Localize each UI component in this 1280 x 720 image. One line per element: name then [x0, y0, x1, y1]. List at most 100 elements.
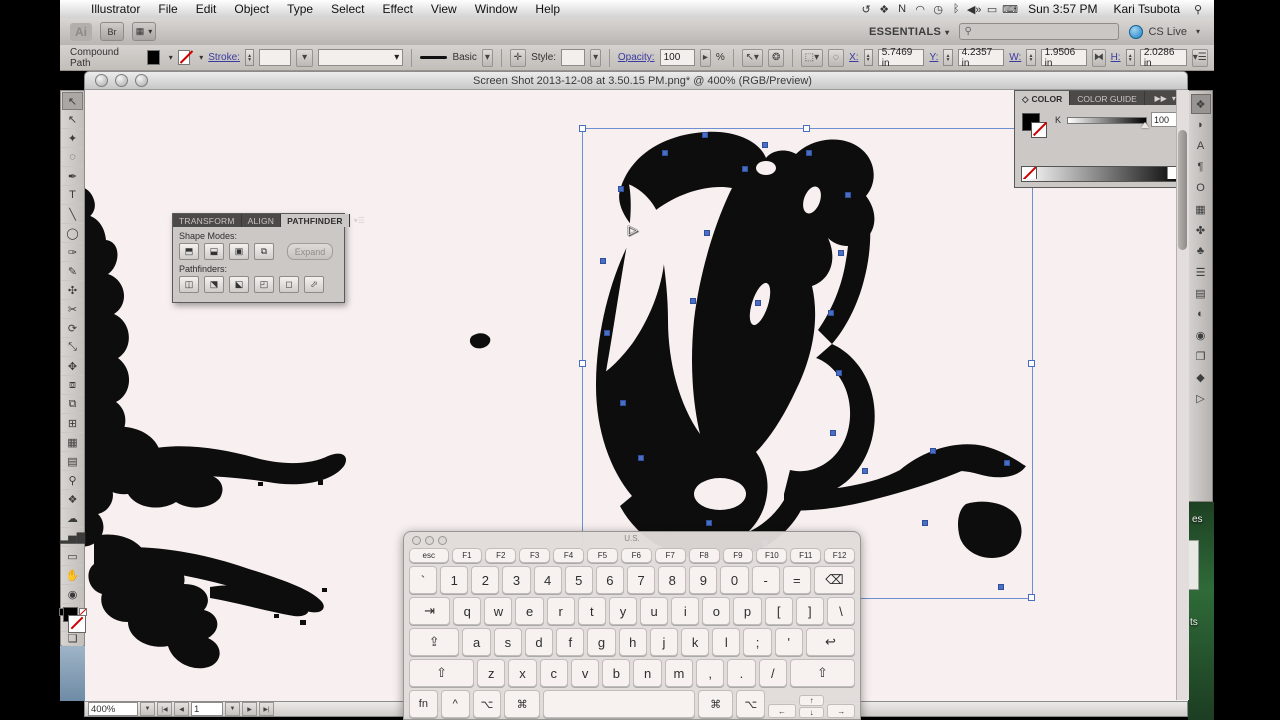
- key-button[interactable]: -: [751, 566, 780, 594]
- color-fill-stroke[interactable]: [1022, 113, 1048, 139]
- key-button[interactable]: y: [608, 597, 638, 625]
- key-button[interactable]: F10: [756, 548, 788, 563]
- selection-tool[interactable]: ↖: [62, 92, 83, 110]
- key-button[interactable]: c: [539, 659, 568, 687]
- menu-item[interactable]: Help: [526, 2, 569, 16]
- key-button[interactable]: 4: [533, 566, 562, 594]
- menu-item[interactable]: File: [149, 2, 186, 16]
- paragraph-panel-icon[interactable]: ¶: [1191, 157, 1211, 177]
- gradient-tool[interactable]: ▤: [62, 452, 83, 471]
- key-button[interactable]: m: [664, 659, 694, 687]
- fill-swatch[interactable]: [147, 50, 160, 65]
- y-field[interactable]: 4.2357 in: [957, 47, 1005, 69]
- menu-user[interactable]: Kari Tsubota: [1108, 2, 1187, 16]
- rotate-tool[interactable]: ⟳: [62, 319, 83, 338]
- opacity-field[interactable]: 100: [659, 49, 695, 66]
- divide-button[interactable]: ◫: [179, 276, 199, 293]
- eyedropper-tool[interactable]: ⚲: [62, 471, 83, 490]
- none-swatch[interactable]: [1022, 167, 1037, 179]
- pencil-tool[interactable]: ✎: [62, 262, 83, 281]
- isolate-object-icon[interactable]: ❂: [767, 48, 785, 67]
- line-tool[interactable]: ╲: [62, 205, 83, 224]
- key-button[interactable]: F9: [722, 548, 754, 563]
- time-machine-icon[interactable]: ↺: [858, 3, 874, 16]
- key-button[interactable]: =: [782, 566, 811, 594]
- document-title-bar[interactable]: Screen Shot 2013-12-08 at 3.50.15 PM.png…: [84, 71, 1188, 90]
- key-button[interactable]: z: [477, 659, 506, 687]
- direct-selection-tool[interactable]: ↖: [62, 110, 83, 129]
- key-button[interactable]: v: [570, 659, 600, 687]
- key-button[interactable]: esc: [409, 548, 449, 563]
- key-button[interactable]: ⇥: [409, 597, 451, 625]
- bluetooth-icon[interactable]: ᛒ: [948, 3, 964, 16]
- key-button[interactable]: k: [681, 628, 710, 656]
- brush-definition-dropdown[interactable]: Basic: [452, 52, 476, 63]
- cs-live-button[interactable]: CS Live ▾: [1129, 24, 1200, 39]
- transparency-panel-icon[interactable]: ◐: [1191, 304, 1211, 324]
- key-button[interactable]: 6: [595, 566, 624, 594]
- opacity-dropdown-arrow[interactable]: ▸: [699, 48, 711, 67]
- key-button[interactable]: fn: [409, 690, 438, 718]
- artboards-panel-icon[interactable]: ▷: [1191, 388, 1211, 408]
- key-button[interactable]: r: [546, 597, 575, 625]
- align-dropdown-icon[interactable]: ⬚▾: [801, 48, 823, 67]
- white-swatch[interactable]: [1167, 167, 1176, 179]
- crop-button[interactable]: ◰: [254, 276, 274, 293]
- selection-bounding-box[interactable]: [582, 128, 1033, 599]
- key-button[interactable]: F3: [519, 548, 551, 563]
- k-value-field[interactable]: 100: [1151, 112, 1179, 127]
- perspective-grid-tool[interactable]: ⊞: [62, 414, 83, 433]
- key-button[interactable]: ;: [743, 628, 772, 656]
- key-button[interactable]: F12: [824, 548, 856, 563]
- artboard-number-field[interactable]: 1: [191, 702, 223, 716]
- h-label[interactable]: H:: [1111, 52, 1121, 63]
- key-button[interactable]: \: [826, 597, 856, 625]
- transform-reference-icon[interactable]: ◌: [827, 48, 845, 67]
- menu-item[interactable]: Object: [225, 2, 278, 16]
- hand-tool[interactable]: ✋: [62, 566, 83, 585]
- brushes-panel-icon[interactable]: ◗: [1191, 115, 1211, 135]
- last-artboard-button[interactable]: ▶|: [259, 702, 274, 716]
- key-button[interactable]: ⇧: [409, 659, 475, 687]
- swatches-panel-icon[interactable]: ❖: [1190, 94, 1211, 114]
- intersect-button[interactable]: ▣: [229, 243, 249, 260]
- key-button[interactable]: t: [577, 597, 606, 625]
- width-tool[interactable]: ✥: [62, 357, 83, 376]
- key-button[interactable]: ⌘: [504, 690, 540, 718]
- scissors-tool[interactable]: ✂: [62, 300, 83, 319]
- graphic-styles-panel-icon[interactable]: ❐: [1191, 346, 1211, 366]
- key-button[interactable]: n: [633, 659, 662, 687]
- close-window-button[interactable]: [95, 74, 108, 87]
- tab-align[interactable]: ALIGN: [242, 214, 282, 227]
- shape-builder-tool[interactable]: ⧉: [62, 395, 83, 414]
- key-button[interactable]: F1: [451, 548, 483, 563]
- key-button[interactable]: g: [587, 628, 616, 656]
- tab-transform[interactable]: TRANSFORM: [173, 214, 242, 227]
- key-button[interactable]: F11: [790, 548, 822, 563]
- tab-pathfinder[interactable]: PATHFINDER: [281, 214, 350, 227]
- stroke-link[interactable]: Stroke:: [208, 52, 240, 63]
- trim-button[interactable]: ⬔: [204, 276, 224, 293]
- key-button[interactable]: x: [508, 659, 537, 687]
- previous-artboard-button[interactable]: ◀: [174, 702, 189, 716]
- variable-width-dropdown[interactable]: ▾: [317, 49, 404, 66]
- selection-handle[interactable]: [1028, 360, 1035, 367]
- style-dropdown-arrow[interactable]: ▾: [590, 48, 602, 67]
- key-button[interactable]: u: [640, 597, 669, 625]
- none-mode-button[interactable]: [78, 608, 87, 616]
- zoom-tool[interactable]: ◉: [62, 585, 83, 604]
- key-button[interactable]: ^: [440, 690, 470, 718]
- key-button[interactable]: [542, 690, 695, 718]
- bridge-button[interactable]: Br: [100, 22, 124, 41]
- x-stepper[interactable]: ▲ ▼: [863, 49, 873, 66]
- character-panel-icon[interactable]: A: [1191, 136, 1211, 156]
- h-field[interactable]: 2.0286 in: [1139, 47, 1187, 69]
- k-slider-thumb[interactable]: [1141, 122, 1149, 128]
- zoom-level-field[interactable]: 400%: [88, 702, 138, 716]
- mesh-tool[interactable]: ▦: [62, 433, 83, 452]
- key-button[interactable]: i: [671, 597, 700, 625]
- key-button[interactable]: F8: [688, 548, 720, 563]
- key-button[interactable]: b: [602, 659, 631, 687]
- key-button[interactable]: ⇧: [789, 659, 855, 687]
- first-artboard-button[interactable]: |◀: [157, 702, 172, 716]
